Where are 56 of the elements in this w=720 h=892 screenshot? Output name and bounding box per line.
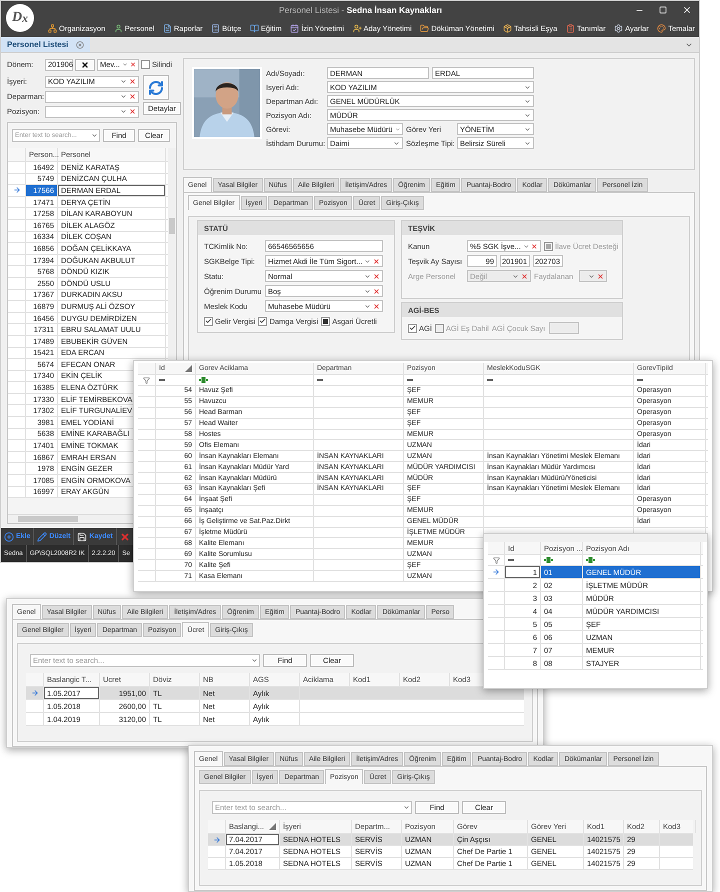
folder-icon: [420, 24, 430, 32]
check-icon: [409, 324, 416, 332]
pencil-icon: [37, 532, 48, 542]
close-icon: [76, 40, 84, 48]
row-indicator-icon: [12, 186, 20, 194]
package-icon: [502, 24, 512, 32]
clear-icon: [521, 272, 528, 280]
check-icon: [205, 317, 212, 325]
clear-icon: [373, 258, 380, 264]
calculator-icon: [211, 24, 220, 32]
row-indicator-icon: [212, 836, 220, 844]
network-icon: [48, 24, 57, 32]
row-indicator-icon: [30, 689, 38, 697]
row-indicator-icon: [492, 568, 500, 576]
refresh-icon: [148, 80, 164, 96]
clear-icon: [373, 272, 380, 280]
clear-button[interactable]: [75, 58, 95, 70]
book-icon: [250, 24, 259, 32]
palette-icon: [657, 24, 666, 32]
add-icon: [4, 532, 14, 542]
maximize-icon: [659, 6, 667, 14]
delete-icon: [120, 532, 130, 542]
clear-icon: [129, 93, 136, 100]
settings-icon: [614, 24, 624, 32]
calendar-icon: [290, 24, 300, 32]
person-icon: [114, 24, 123, 32]
checkbox[interactable]: [408, 324, 417, 332]
sort-icon: [269, 823, 276, 830]
checkbox[interactable]: [258, 316, 268, 326]
clear-icon: [129, 108, 136, 115]
check-icon: [259, 317, 266, 325]
checkbox[interactable]: [141, 60, 150, 69]
clear-icon: [531, 242, 538, 250]
clear-icon: [130, 61, 136, 68]
document-icon: [162, 24, 172, 32]
clear-icon: [373, 302, 380, 310]
filter-icon: [143, 376, 150, 384]
dropdown-field[interactable]: [45, 106, 139, 118]
text-field[interactable]: [548, 322, 579, 334]
dropdown-field[interactable]: [45, 90, 139, 102]
clear-icon: [597, 272, 604, 280]
close-icon: [682, 5, 692, 15]
clear-icon: [373, 288, 380, 294]
sort-icon: [185, 365, 192, 372]
window-title: Personel Listesi - Sedna İnsan Kaynakları: [278, 5, 443, 15]
add-person-icon: [352, 24, 362, 32]
save-icon: [77, 532, 88, 542]
dropdown-field[interactable]: [579, 270, 607, 282]
close-icon: [81, 60, 89, 68]
refresh-button[interactable]: [143, 75, 169, 100]
clipboard-icon: [566, 24, 575, 32]
filter-icon: [492, 556, 500, 564]
clear-icon: [129, 78, 136, 85]
checkbox[interactable]: [204, 316, 213, 326]
document-tab[interactable]: Personel Listesi: [1, 37, 90, 52]
checkbox[interactable]: [321, 316, 330, 326]
